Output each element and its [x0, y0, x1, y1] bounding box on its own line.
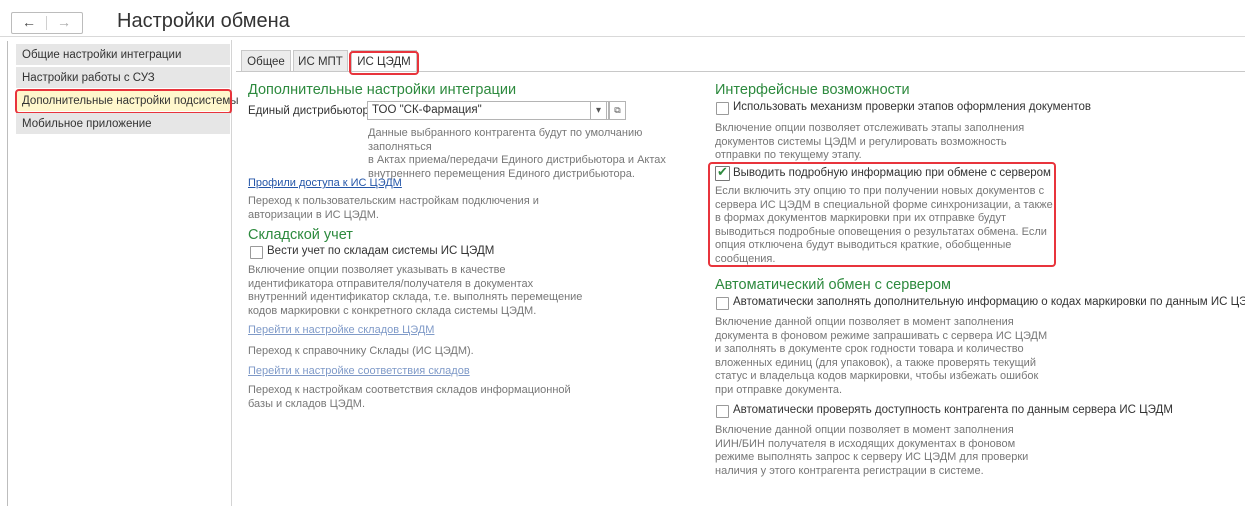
highlight-frame-sidebar — [15, 89, 232, 114]
distributor-field[interactable]: ТОО "СК-Фармация" — [367, 101, 609, 120]
open-button[interactable]: ⧉ — [609, 101, 626, 120]
auto-check-counterparty-checkbox[interactable] — [716, 405, 729, 418]
check-icon: ✔ — [717, 164, 728, 179]
access-profiles-link[interactable]: Профили доступа к ИС ЦЭДМ — [248, 177, 402, 189]
sidebar-item-suz-settings[interactable]: Настройки работы с СУЗ — [16, 67, 230, 89]
arrow-left-icon: ← — [22, 14, 36, 30]
tab-is-mpt[interactable]: ИС МПТ — [293, 50, 348, 72]
section-heading-warehouse: Складской учет — [248, 227, 353, 243]
auto-fill-label[interactable]: Автоматически заполнять дополнительную и… — [733, 296, 1245, 308]
open-icon: ⧉ — [614, 105, 621, 115]
warehouse-mapping-link[interactable]: Перейти к настройке соответствия складов — [248, 365, 470, 377]
detailed-info-label[interactable]: Выводить подробную информацию при обмене… — [733, 167, 1051, 179]
arrow-right-icon: → — [57, 14, 71, 30]
section-heading-integration: Дополнительные настройки интеграции — [248, 82, 517, 98]
section-heading-auto-exchange: Автоматический обмен с сервером — [715, 277, 951, 293]
detailed-info-hint: Если включить эту опцию то при получении… — [715, 185, 1053, 265]
back-button[interactable]: ← — [12, 13, 46, 33]
header-divider — [0, 36, 1245, 37]
warehouse-checkbox[interactable] — [250, 246, 263, 259]
navigation-buttons: ← → — [11, 12, 83, 34]
sidebar-item-mobile-app[interactable]: Мобильное приложение — [16, 113, 230, 135]
warehouse-checkbox-label[interactable]: Вести учет по складам системы ИС ЦЭДМ — [267, 245, 494, 257]
stage-check-checkbox[interactable] — [716, 102, 729, 115]
detailed-info-checkbox[interactable]: ✔ — [715, 164, 730, 181]
warehouse-hint: Включение опции позволяет указывать в ка… — [248, 264, 583, 317]
warehouse-mapping-hint: Переход к настройкам соответствия складо… — [248, 384, 571, 410]
auto-check-counterparty-hint: Включение данной опции позволяет в момен… — [715, 424, 1029, 477]
access-profiles-hint: Переход к пользовательским настройкам по… — [248, 195, 539, 221]
sidebar-item-general-integration[interactable]: Общие настройки интеграции — [16, 44, 230, 66]
auto-fill-hint: Включение данной опции позволяет в момен… — [715, 316, 1048, 396]
warehouse-settings-hint: Переход к справочнику Склады (ИС ЦЭДМ). — [248, 345, 474, 357]
section-heading-interface: Интерфейсные возможности — [715, 82, 910, 98]
auto-check-counterparty-label[interactable]: Автоматически проверять доступность конт… — [733, 404, 1173, 416]
distributor-label: Единый дистрибьютор: — [248, 105, 373, 117]
warehouse-settings-link[interactable]: Перейти к настройке складов ЦЭДМ — [248, 324, 434, 336]
distributor-hint: Данные выбранного контрагента будут по у… — [368, 127, 666, 180]
window-title: Настройки обмена — [117, 10, 290, 32]
stage-check-label[interactable]: Использовать механизм проверки этапов оф… — [733, 101, 1091, 113]
forward-button[interactable]: → — [47, 13, 81, 33]
left-frame-border — [7, 41, 8, 506]
tab-general[interactable]: Общее — [241, 50, 291, 72]
highlight-frame-tab — [349, 51, 419, 75]
stage-check-hint: Включение опции позволяет отслеживать эт… — [715, 122, 1025, 161]
auto-fill-checkbox[interactable] — [716, 297, 729, 310]
chevron-down-icon: ▾ — [595, 105, 602, 116]
dropdown-button[interactable]: ▾ — [590, 101, 607, 120]
